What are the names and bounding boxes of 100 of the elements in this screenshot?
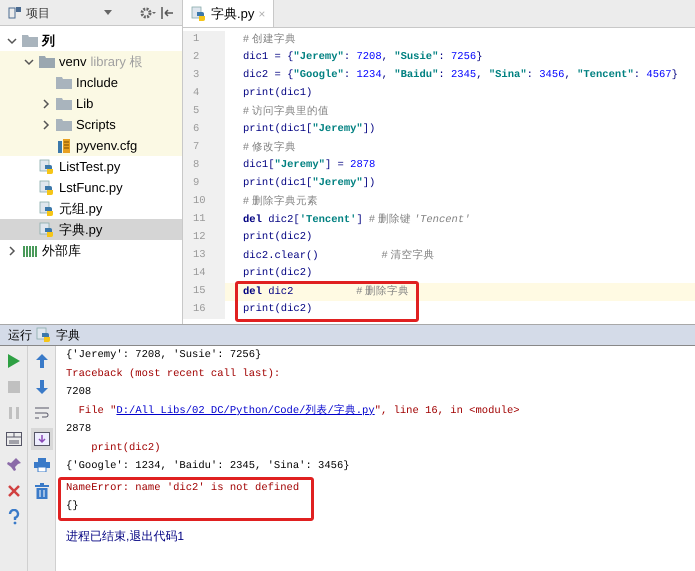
tree-item-label: venv: [59, 52, 86, 71]
run-config-name: 字典: [56, 327, 80, 344]
tree-item-label: Lib: [76, 94, 94, 113]
library-icon: [22, 244, 38, 258]
console-line: print(dic2): [90, 440, 162, 456]
code-line: print(dic2): [243, 266, 312, 282]
line-number: 2: [183, 49, 225, 67]
line-number: 3: [183, 67, 225, 85]
tree-item[interactable]: Scripts: [0, 114, 182, 135]
layout-icon: [6, 432, 22, 446]
code-line: del dic2['Tencent'] # 删除键 'Tencent': [243, 212, 470, 228]
collapse-icon[interactable]: [160, 6, 174, 20]
tree-item-label: 元组.py: [59, 200, 102, 218]
tree-item[interactable]: 字典.py: [0, 219, 182, 240]
tree-item[interactable]: 列: [0, 30, 182, 51]
line-number: 16: [183, 301, 225, 319]
console-line: Traceback (most recent call last):: [66, 366, 282, 382]
console-line: 2878: [66, 422, 92, 438]
code-line: # 创建字典: [243, 32, 296, 47]
code-line: print(dic1["Jeremy"]): [243, 176, 376, 192]
pin-icon: [6, 457, 22, 473]
tree-item-label: Scripts: [76, 116, 116, 134]
line-number: 8: [183, 157, 225, 175]
code-line: dic2 = {"Google": 1234, "Baidu": 2345, "Sina": 3456, "Tencent": 4567}: [243, 68, 678, 84]
code-line: # 修改字典: [243, 140, 296, 155]
pause-icon: [8, 407, 18, 419]
stop-icon: [8, 381, 20, 393]
console-line: 7208: [66, 385, 92, 400]
help-icon: [8, 509, 20, 525]
console-line: 进程已结束,退出代码1: [66, 528, 186, 545]
console-line: File "D:/All Libs/02 DC/Python/Code/列表/字典.py", line 16, in <module>: [66, 402, 695, 421]
tree-item[interactable]: venv library 根: [0, 51, 182, 72]
line-number: 14: [183, 265, 225, 283]
line-number: 1: [183, 31, 225, 49]
printer-icon: [34, 458, 50, 472]
tree-item-label: pyvenv.cfg: [76, 136, 138, 155]
tree-item-label: 列: [42, 32, 55, 50]
code-line: print(dic1["Jeremy"]): [243, 122, 376, 138]
settings-icon[interactable]: [140, 6, 156, 20]
file-link[interactable]: D:/All Libs/02 DC/Python/Code/列表/字典.py: [116, 404, 375, 420]
config-file-icon: [56, 138, 72, 154]
code-line: del dic2 # 删除字典: [243, 284, 410, 300]
python-file-icon: [39, 180, 55, 196]
tree-item-suffix: library 根: [90, 52, 142, 71]
code-line: print(dic2): [243, 230, 312, 246]
dropdown-icon[interactable]: [104, 10, 112, 16]
tree-item[interactable]: 元组.py: [0, 198, 182, 219]
line-number: 5: [183, 103, 225, 121]
line-number: 12: [183, 229, 225, 247]
chevron-right-icon[interactable]: [41, 98, 51, 108]
folder-icon: [56, 118, 72, 131]
tree-item[interactable]: Lib: [0, 93, 182, 114]
play-icon: [8, 354, 20, 368]
line-number: 9: [183, 175, 225, 193]
tree-item-label: ListTest.py: [59, 158, 120, 176]
folder-icon: [56, 97, 72, 110]
tree-item[interactable]: Include: [0, 72, 182, 93]
tree-item-label: LstFunc.py: [59, 178, 123, 197]
chevron-down-icon[interactable]: [24, 56, 34, 66]
code-line: print(dic1): [243, 86, 312, 102]
line-number: 11: [183, 211, 225, 229]
chevron-down-icon[interactable]: [7, 36, 17, 46]
folder-icon: [22, 34, 38, 47]
panel-title: 项目: [26, 4, 50, 22]
console-line: {}: [66, 499, 80, 514]
editor-tab[interactable]: 字典.py ×: [183, 0, 274, 27]
code-line: dic1["Jeremy"] = 2878: [243, 158, 376, 174]
tree-item[interactable]: pyvenv.cfg: [0, 135, 182, 156]
console-line: {'Google': 1234, 'Baidu': 2345, 'Sina': 3456}: [66, 459, 351, 474]
python-file-icon: [39, 158, 55, 174]
tree-item[interactable]: ListTest.py: [0, 156, 182, 177]
code-line: dic2.clear() # 清空字典: [243, 248, 434, 264]
python-file-icon: [39, 200, 55, 216]
trash-icon: [34, 483, 48, 499]
chevron-right-icon[interactable]: [41, 120, 51, 130]
line-number: 4: [183, 85, 225, 103]
console-line: {'Jeremy': 7208, 'Susie': 7256}: [66, 348, 262, 364]
tree-item-label: 外部库: [42, 242, 81, 260]
scroll-end-icon: [34, 432, 50, 446]
chevron-right-icon[interactable]: [7, 246, 17, 256]
tree-item[interactable]: 外部库: [0, 240, 182, 261]
python-file-icon: [39, 222, 55, 238]
run-panel-title: 运行: [8, 327, 32, 344]
line-number: 15: [183, 283, 225, 301]
console-line: NameError: name 'dic2' is not defined: [66, 480, 300, 496]
close-icon: [8, 485, 20, 497]
folder-icon: [56, 76, 72, 89]
code-line: # 访问字典里的值: [243, 104, 329, 119]
line-number: 7: [183, 139, 225, 157]
tree-item[interactable]: LstFunc.py: [0, 177, 182, 198]
python-file-icon: [36, 327, 52, 343]
code-line: dic1 = {"Jeremy": 7208, "Susie": 7256}: [243, 50, 483, 66]
arrow-up-icon: [36, 354, 48, 368]
line-number: 10: [183, 193, 225, 211]
scroll-to-end-button[interactable]: [30, 428, 52, 450]
tree-item-label: Include: [76, 74, 118, 92]
folder-icon: [39, 55, 55, 68]
wrap-icon: [34, 406, 50, 420]
line-number: 6: [183, 121, 225, 139]
arrow-down-icon: [36, 380, 48, 394]
